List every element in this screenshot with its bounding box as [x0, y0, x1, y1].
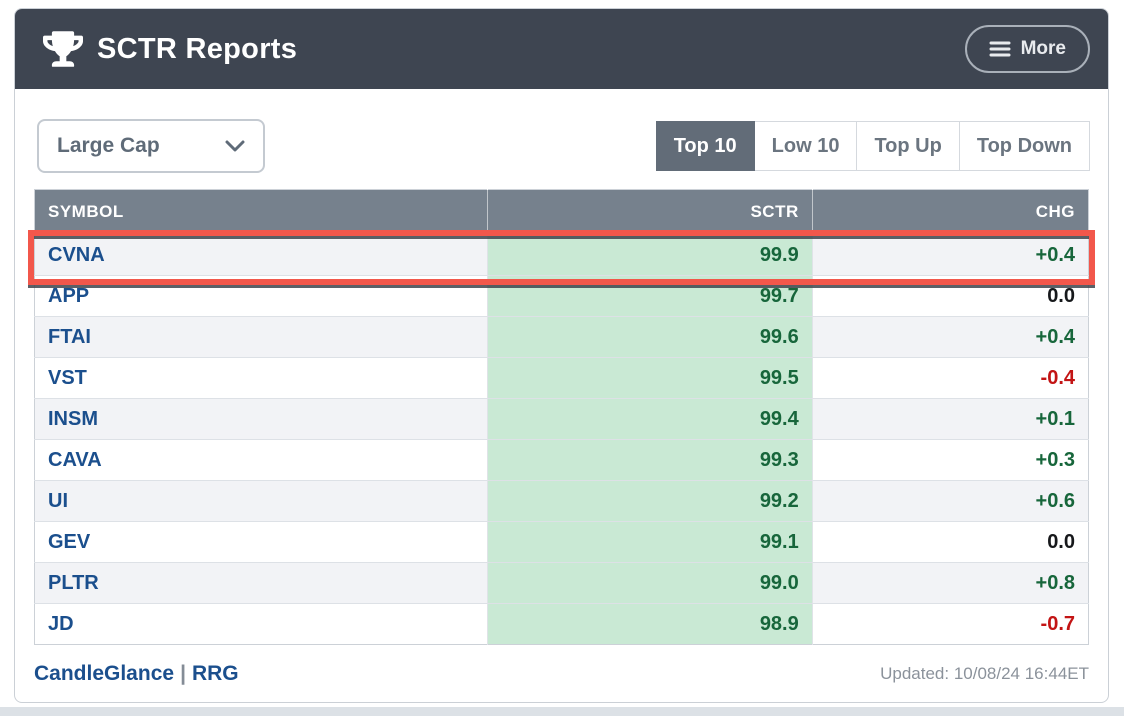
chg-cell: 0.0: [812, 522, 1088, 563]
report-tabs: Top 10Low 10Top UpTop Down: [656, 121, 1090, 171]
table-row: CAVA99.3+0.3: [35, 440, 1089, 481]
controls-row: Large Cap Top 10Low 10Top UpTop Down: [15, 89, 1108, 173]
chg-cell: +0.6: [812, 481, 1088, 522]
hamburger-icon: [989, 40, 1011, 58]
chevron-down-icon: [225, 140, 245, 153]
widget-header: SCTR Reports More: [15, 9, 1108, 89]
sctr-table: SYMBOL SCTR CHG CVNA99.9+0.4APP99.70.0FT…: [34, 189, 1089, 645]
chg-cell: +0.1: [812, 399, 1088, 440]
symbol-cell[interactable]: PLTR: [35, 563, 488, 604]
symbol-cell[interactable]: APP: [35, 276, 488, 317]
sctr-reports-widget: SCTR Reports More Large Cap Top 10Low 10…: [14, 8, 1109, 703]
table-row: JD98.9-0.7: [35, 604, 1089, 645]
symbol-cell[interactable]: JD: [35, 604, 488, 645]
chg-cell: -0.4: [812, 358, 1088, 399]
sctr-cell: 99.4: [487, 399, 812, 440]
chg-cell: +0.4: [812, 317, 1088, 358]
sctr-cell: 99.2: [487, 481, 812, 522]
symbol-cell[interactable]: VST: [35, 358, 488, 399]
column-header-symbol[interactable]: SYMBOL: [35, 190, 488, 235]
candleglance-link[interactable]: CandleGlance: [34, 662, 174, 685]
widget-title: SCTR Reports: [97, 33, 297, 66]
symbol-cell[interactable]: FTAI: [35, 317, 488, 358]
table-row: GEV99.10.0: [35, 522, 1089, 563]
table-row: PLTR99.0+0.8: [35, 563, 1089, 604]
table-row: VST99.5-0.4: [35, 358, 1089, 399]
more-button[interactable]: More: [965, 25, 1090, 73]
tab-top-up[interactable]: Top Up: [857, 121, 959, 171]
chg-cell: 0.0: [812, 276, 1088, 317]
column-header-chg[interactable]: CHG: [812, 190, 1088, 235]
table-row: INSM99.4+0.1: [35, 399, 1089, 440]
sctr-cell: 98.9: [487, 604, 812, 645]
updated-timestamp: Updated: 10/08/24 16:44ET: [880, 664, 1089, 684]
column-header-sctr[interactable]: SCTR: [487, 190, 812, 235]
table-row: APP99.70.0: [35, 276, 1089, 317]
symbol-cell[interactable]: CAVA: [35, 440, 488, 481]
widget-footer: CandleGlance | RRG Updated: 10/08/24 16:44…: [15, 645, 1108, 686]
more-button-label: More: [1021, 38, 1066, 60]
sctr-cell: 99.0: [487, 563, 812, 604]
symbol-cell[interactable]: GEV: [35, 522, 488, 563]
rrg-link[interactable]: RRG: [192, 662, 239, 685]
group-select[interactable]: Large Cap: [37, 119, 265, 173]
tab-top-down[interactable]: Top Down: [960, 121, 1090, 171]
symbol-cell[interactable]: INSM: [35, 399, 488, 440]
sctr-cell: 99.9: [487, 235, 812, 276]
table-row-highlighted: CVNA99.9+0.4: [35, 235, 1089, 276]
chg-cell: +0.3: [812, 440, 1088, 481]
table-header-row: SYMBOL SCTR CHG: [35, 190, 1089, 235]
link-separator: |: [180, 662, 186, 685]
sctr-cell: 99.7: [487, 276, 812, 317]
table-container: SYMBOL SCTR CHG CVNA99.9+0.4APP99.70.0FT…: [34, 189, 1089, 645]
tab-low-10[interactable]: Low 10: [755, 121, 858, 171]
tab-top-10[interactable]: Top 10: [656, 121, 755, 171]
table-row: FTAI99.6+0.4: [35, 317, 1089, 358]
symbol-cell[interactable]: UI: [35, 481, 488, 522]
sctr-cell: 99.3: [487, 440, 812, 481]
group-select-value: Large Cap: [57, 134, 160, 158]
footer-links: CandleGlance | RRG: [34, 662, 239, 686]
table-row: UI99.2+0.6: [35, 481, 1089, 522]
chg-cell: -0.7: [812, 604, 1088, 645]
page-bottom-strip: [0, 707, 1124, 716]
chg-cell: +0.8: [812, 563, 1088, 604]
symbol-cell[interactable]: CVNA: [35, 235, 488, 276]
sctr-cell: 99.1: [487, 522, 812, 563]
sctr-cell: 99.6: [487, 317, 812, 358]
chg-cell: +0.4: [812, 235, 1088, 276]
trophy-icon: [43, 31, 83, 67]
sctr-cell: 99.5: [487, 358, 812, 399]
